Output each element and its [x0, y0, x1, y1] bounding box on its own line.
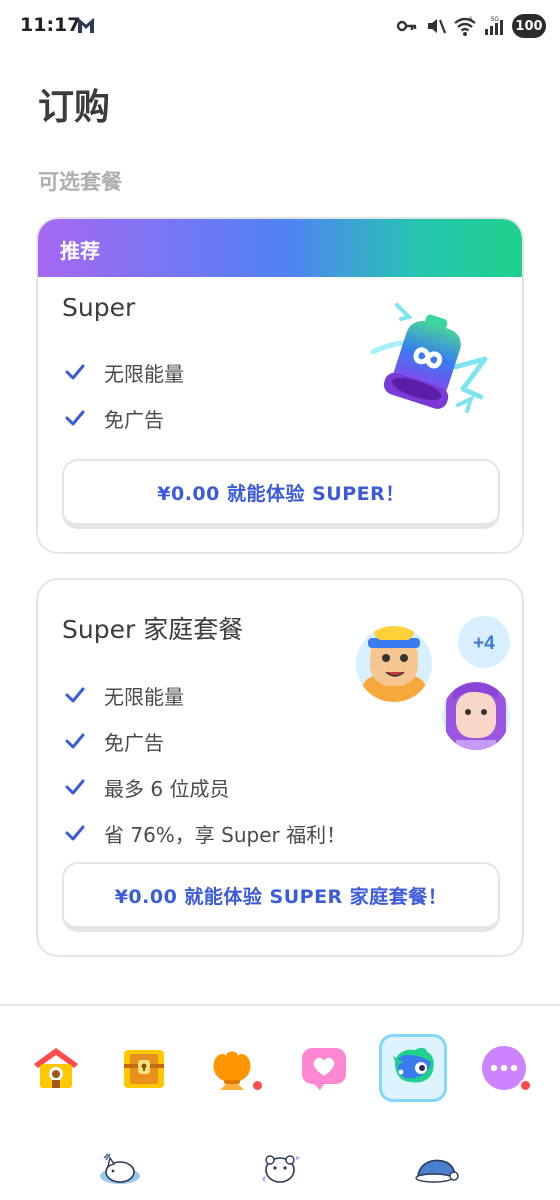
status-bar: 11:17 6 5G 100	[0, 0, 560, 56]
battery-indicator: 100	[512, 14, 546, 38]
nav-chest[interactable]	[110, 1034, 178, 1102]
wifi-icon: 6	[454, 17, 476, 36]
key-icon	[396, 20, 417, 32]
nav-hearts[interactable]	[290, 1034, 358, 1102]
status-time: 11:17	[20, 14, 81, 36]
nav-leagues[interactable]	[198, 1034, 266, 1102]
family-plan-card: Super 家庭套餐 无限能量 免广告 最多 6 位成员 省 76%，享 Sup…	[36, 578, 524, 957]
shop-duo-icon	[393, 1047, 434, 1083]
plan-title: Super 家庭套餐	[62, 615, 244, 644]
treasure-chest-icon	[124, 1050, 164, 1088]
feature-text: 无限能量	[104, 361, 184, 386]
home-icon	[34, 1048, 78, 1088]
feature-list: 无限能量 免广告 最多 6 位成员 省 76%，享 Super 福利！	[64, 672, 346, 856]
infinite-energy-battery-icon	[370, 303, 488, 413]
nav-shop[interactable]	[379, 1034, 447, 1102]
check-icon	[65, 410, 85, 426]
nav-home[interactable]	[22, 1034, 90, 1102]
notification-dot	[251, 1079, 264, 1092]
family-avatars-illustration: +4	[356, 616, 510, 750]
feature-text: 免广告	[104, 407, 164, 432]
system-nav-bar	[0, 1130, 560, 1200]
status-icons: 6 5G 100	[396, 14, 546, 38]
recents-cat-icon[interactable]	[96, 1148, 144, 1188]
recommend-banner: 推荐	[38, 219, 522, 277]
extra-members-badge: +4	[458, 616, 510, 668]
home-hamster-icon[interactable]	[256, 1148, 304, 1188]
feature-item: 无限能量	[64, 672, 346, 718]
feature-text: 省 76%，享 Super 福利！	[104, 822, 347, 847]
hearts-icon	[302, 1048, 346, 1090]
feature-list: 无限能量 免广告	[64, 349, 184, 441]
svg-text:+4: +4	[473, 633, 495, 654]
check-icon	[65, 779, 85, 795]
feature-item: 免广告	[64, 395, 184, 441]
super-plan-card: 推荐 Super 无限能量 免广告 ¥0.00 就能体验 SUPER！	[36, 217, 524, 554]
feature-text: 无限能量	[104, 684, 184, 709]
gmail-icon	[77, 18, 95, 33]
back-turtle-icon[interactable]	[412, 1148, 460, 1188]
signal-icon: 5G	[485, 17, 503, 35]
feature-item: 免广告	[64, 718, 346, 764]
svg-text:5G: 5G	[491, 17, 499, 23]
check-icon	[65, 687, 85, 703]
feature-text: 最多 6 位成员	[104, 776, 230, 801]
mute-icon	[428, 19, 447, 34]
feature-item: 无限能量	[64, 349, 184, 395]
nav-more[interactable]	[470, 1034, 538, 1102]
check-icon	[65, 733, 85, 749]
check-icon	[65, 825, 85, 841]
plan-title: Super	[62, 293, 136, 322]
section-label: 可选套餐	[38, 170, 122, 194]
bottom-nav	[0, 1006, 560, 1116]
check-icon	[65, 364, 85, 380]
page-title: 订购	[38, 87, 111, 128]
notification-dot	[519, 1079, 532, 1092]
try-super-button[interactable]: ¥0.00 就能体验 SUPER！	[62, 459, 500, 529]
feature-item: 省 76%，享 Super 福利！	[64, 810, 346, 856]
avatar-icon	[442, 682, 510, 750]
try-super-family-button[interactable]: ¥0.00 就能体验 SUPER 家庭套餐！	[62, 862, 500, 932]
feature-item: 最多 6 位成员	[64, 764, 346, 810]
recommend-label: 推荐	[60, 239, 100, 263]
feature-text: 免广告	[104, 730, 164, 755]
avatar-icon	[356, 626, 432, 702]
